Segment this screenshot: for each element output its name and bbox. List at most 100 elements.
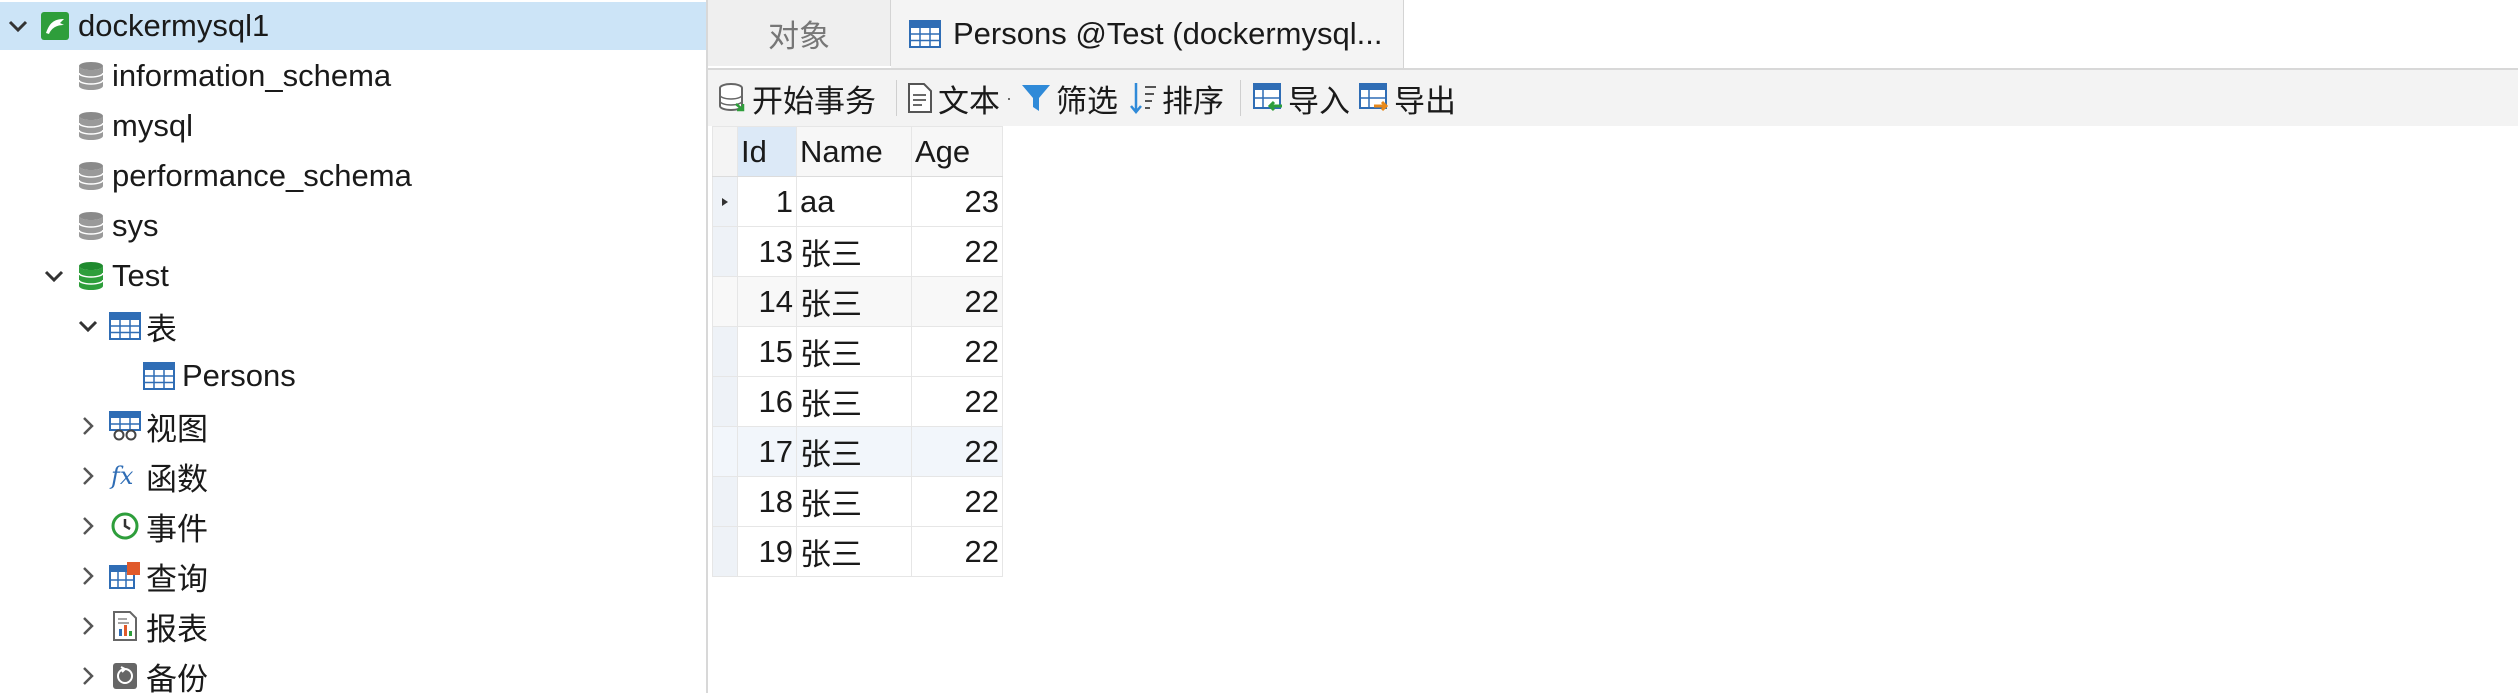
chevron-right-icon[interactable] bbox=[74, 452, 102, 500]
tab-persons-table[interactable]: Persons @Test (dockermysql... bbox=[891, 0, 1404, 68]
table-row[interactable]: 13 张三 22 bbox=[712, 226, 1003, 277]
cell-age[interactable]: 22 bbox=[911, 276, 1003, 327]
table-row[interactable]: 16 张三 22 bbox=[712, 376, 1003, 427]
tree-connection[interactable]: dockermysql1 bbox=[0, 2, 706, 50]
tree-db-sys[interactable]: sys bbox=[0, 202, 706, 250]
column-header-name[interactable]: Name bbox=[796, 126, 912, 177]
tree-folder-label: 函数 bbox=[146, 461, 208, 497]
tree-folder-events[interactable]: 事件 bbox=[0, 502, 706, 550]
cell-id[interactable]: 13 bbox=[737, 226, 797, 277]
tree-folder-functions[interactable]: fx 函数 bbox=[0, 452, 706, 500]
cell-id[interactable]: 17 bbox=[737, 426, 797, 477]
cell-name[interactable]: aa bbox=[796, 176, 912, 227]
cell-name[interactable]: 张三 bbox=[796, 376, 912, 427]
tree-db-performance-schema[interactable]: performance_schema bbox=[0, 152, 706, 200]
export-icon bbox=[1359, 83, 1389, 112]
cell-name[interactable]: 张三 bbox=[796, 226, 912, 277]
clock-icon bbox=[108, 502, 142, 550]
table-icon bbox=[108, 302, 142, 350]
import-icon bbox=[1253, 83, 1282, 112]
cell-age[interactable]: 22 bbox=[911, 326, 1003, 377]
chevron-down-icon[interactable] bbox=[74, 302, 102, 350]
cell-id[interactable]: 1 bbox=[737, 176, 797, 227]
tree-db-test[interactable]: Test bbox=[0, 252, 706, 300]
table-row[interactable]: 17 张三 22 bbox=[712, 426, 1003, 477]
column-header-id[interactable]: Id bbox=[737, 126, 797, 177]
begin-transaction-label: 开始事务 bbox=[752, 83, 876, 119]
chevron-right-icon[interactable] bbox=[74, 552, 102, 600]
toolbar-separator bbox=[896, 80, 897, 116]
text-view-button[interactable]: 文本 · bbox=[906, 70, 1012, 126]
cell-id[interactable]: 15 bbox=[737, 326, 797, 377]
view-icon bbox=[108, 402, 142, 450]
tree-folder-reports[interactable]: 报表 bbox=[0, 602, 706, 650]
tree-folder-tables[interactable]: 表 bbox=[0, 302, 706, 350]
cell-name[interactable]: 张三 bbox=[796, 476, 912, 527]
cell-age[interactable]: 22 bbox=[911, 526, 1003, 577]
tree-folder-queries[interactable]: 查询 bbox=[0, 552, 706, 600]
cell-name[interactable]: 张三 bbox=[796, 276, 912, 327]
chevron-down-icon[interactable] bbox=[4, 2, 32, 50]
filter-label: 筛选 bbox=[1056, 83, 1118, 119]
table-row[interactable]: 15 张三 22 bbox=[712, 326, 1003, 377]
cell-name[interactable]: 张三 bbox=[796, 526, 912, 577]
cell-name[interactable]: 张三 bbox=[796, 326, 912, 377]
chevron-down-icon[interactable] bbox=[40, 252, 68, 300]
chevron-right-icon[interactable] bbox=[74, 402, 102, 450]
column-header-age[interactable]: Age bbox=[911, 126, 1003, 177]
row-header[interactable] bbox=[712, 226, 738, 277]
table-row[interactable]: 18 张三 22 bbox=[712, 476, 1003, 527]
cell-age[interactable]: 22 bbox=[911, 226, 1003, 277]
chevron-right-icon[interactable] bbox=[74, 652, 102, 693]
cell-name[interactable]: 张三 bbox=[796, 426, 912, 477]
query-icon bbox=[108, 552, 142, 600]
table-row[interactable]: 1 aa 23 bbox=[712, 176, 1003, 227]
cell-id[interactable]: 18 bbox=[737, 476, 797, 527]
cell-age[interactable]: 22 bbox=[911, 376, 1003, 427]
transaction-icon bbox=[719, 83, 745, 112]
tree-db-label: mysql bbox=[112, 108, 193, 143]
current-row-indicator[interactable] bbox=[712, 176, 738, 227]
row-header[interactable] bbox=[712, 526, 738, 577]
tree-folder-label: 查询 bbox=[146, 561, 208, 597]
dropdown-dot-icon[interactable]: · bbox=[1006, 88, 1012, 109]
tree-folder-label: 报表 bbox=[146, 611, 208, 647]
text-view-label: 文本 bbox=[938, 83, 1000, 119]
chevron-right-icon[interactable] bbox=[74, 502, 102, 550]
table-row[interactable]: 14 张三 22 bbox=[712, 276, 1003, 327]
cell-age[interactable]: 22 bbox=[911, 476, 1003, 527]
sort-button[interactable]: 排序 bbox=[1128, 70, 1224, 126]
data-grid-area: Id Name Age 1 aa 23 13 张三 22 14 张三 22 15… bbox=[708, 126, 2518, 693]
tree-table-persons[interactable]: Persons bbox=[0, 352, 706, 400]
toolbar-separator bbox=[1240, 80, 1241, 116]
row-pointer-icon bbox=[722, 197, 728, 206]
row-header[interactable] bbox=[712, 476, 738, 527]
export-button[interactable]: 导出 bbox=[1358, 70, 1456, 126]
import-button[interactable]: 导入 bbox=[1252, 70, 1350, 126]
cell-age[interactable]: 22 bbox=[911, 426, 1003, 477]
filter-icon bbox=[1022, 85, 1050, 111]
tree-db-label: performance_schema bbox=[112, 158, 412, 193]
row-header[interactable] bbox=[712, 276, 738, 327]
row-header[interactable] bbox=[712, 326, 738, 377]
filter-button[interactable]: 筛选 bbox=[1020, 70, 1118, 126]
begin-transaction-button[interactable]: 开始事务 bbox=[718, 70, 876, 126]
cell-age[interactable]: 23 bbox=[911, 176, 1003, 227]
database-active-icon bbox=[74, 252, 108, 300]
row-header[interactable] bbox=[712, 376, 738, 427]
tree-folder-backups[interactable]: 备份 bbox=[0, 652, 706, 693]
tree-db-mysql[interactable]: mysql bbox=[0, 102, 706, 150]
row-header[interactable] bbox=[712, 426, 738, 477]
cell-id[interactable]: 14 bbox=[737, 276, 797, 327]
document-icon bbox=[908, 83, 932, 113]
tab-objects[interactable]: 对象 bbox=[708, 0, 891, 66]
backup-icon bbox=[108, 652, 142, 693]
tree-db-information-schema[interactable]: information_schema bbox=[0, 52, 706, 100]
tree-folder-views[interactable]: 视图 bbox=[0, 402, 706, 450]
sort-icon bbox=[1130, 83, 1156, 114]
table-row[interactable]: 19 张三 22 bbox=[712, 526, 1003, 577]
cell-id[interactable]: 16 bbox=[737, 376, 797, 427]
cell-id[interactable]: 19 bbox=[737, 526, 797, 577]
tab-bar: 对象 Persons @Test (dockermysql... bbox=[708, 0, 2518, 70]
chevron-right-icon[interactable] bbox=[74, 602, 102, 650]
